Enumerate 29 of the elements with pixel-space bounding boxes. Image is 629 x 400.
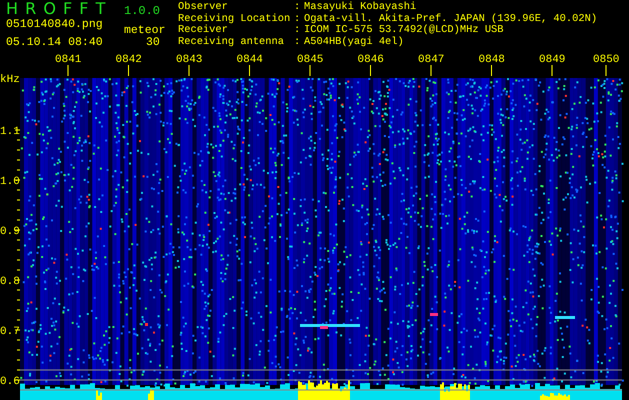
separator: : [294,25,302,36]
separator: : [294,14,302,25]
time-label: 0848 [478,54,505,66]
time-label: 0841 [55,54,82,66]
station-value: Ogata-vill. Akita-Pref. JAPAN (139.96E, 40.02N) [304,14,598,24]
time-label: 0842 [116,54,142,66]
frequency-label: 1.1 [0,126,20,138]
time-label: 0847 [418,54,444,66]
time-label: 0843 [176,54,202,66]
time-label: 0844 [236,54,263,66]
frequency-label: 0.9 [0,226,20,238]
separator: : [294,2,302,14]
date-time: 05.10.14 08:40 [6,35,104,46]
axis-unit: kHz [0,74,20,86]
app-title: H R O F F T [6,2,108,18]
separator: : [294,36,302,48]
file-name: 0510140840.png [6,18,104,32]
station-value: A504HB(yagi 4el) [304,36,405,48]
time-label: 0845 [297,54,324,66]
station-label: Receiving Location [178,14,292,24]
time-label: 0846 [358,54,384,66]
station-label: Observer [178,2,229,14]
frequency-label: 0.7 [0,326,20,338]
time-label: 0849 [539,54,566,66]
station-value: ICOM IC-575 53.7492(@LCD)MHz USB [304,25,505,36]
time-label: 0850 [593,54,620,66]
station-label: Receiving antenna [178,36,286,48]
station-value: Masayuki Kobayashi [304,2,418,14]
station-label: Receiver [178,25,229,36]
